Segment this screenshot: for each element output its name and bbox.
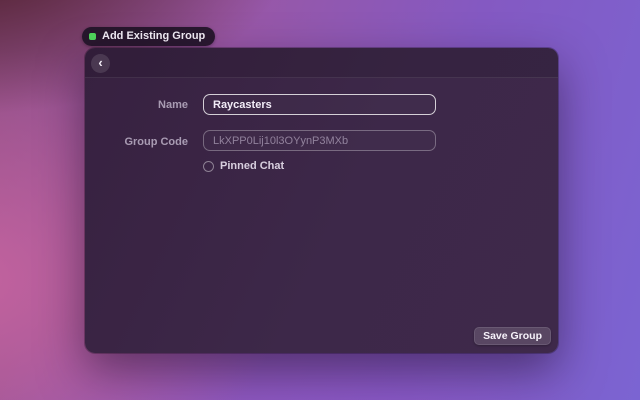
save-group-button[interactable]: Save Group	[474, 327, 551, 345]
pinned-chat-checkbox[interactable]	[203, 161, 214, 172]
desktop-background: Add Existing Group ‹ Name Group Code Pin…	[0, 0, 640, 400]
group-code-input[interactable]	[203, 130, 436, 151]
name-field-label: Name	[85, 99, 188, 111]
window-header: ‹	[85, 48, 558, 78]
app-status-badge[interactable]: Add Existing Group	[82, 27, 215, 46]
badge-label: Add Existing Group	[102, 27, 205, 46]
back-button[interactable]: ‹	[91, 54, 110, 73]
pinned-chat-row[interactable]: Pinned Chat	[203, 160, 284, 172]
group-code-field-label: Group Code	[85, 136, 188, 148]
name-input[interactable]	[203, 94, 436, 115]
add-existing-group-window: ‹ Name Group Code Pinned Chat Save Group	[85, 48, 558, 353]
green-status-dot-icon	[89, 33, 96, 40]
pinned-chat-label: Pinned Chat	[220, 160, 284, 172]
chevron-left-icon: ‹	[98, 56, 102, 69]
